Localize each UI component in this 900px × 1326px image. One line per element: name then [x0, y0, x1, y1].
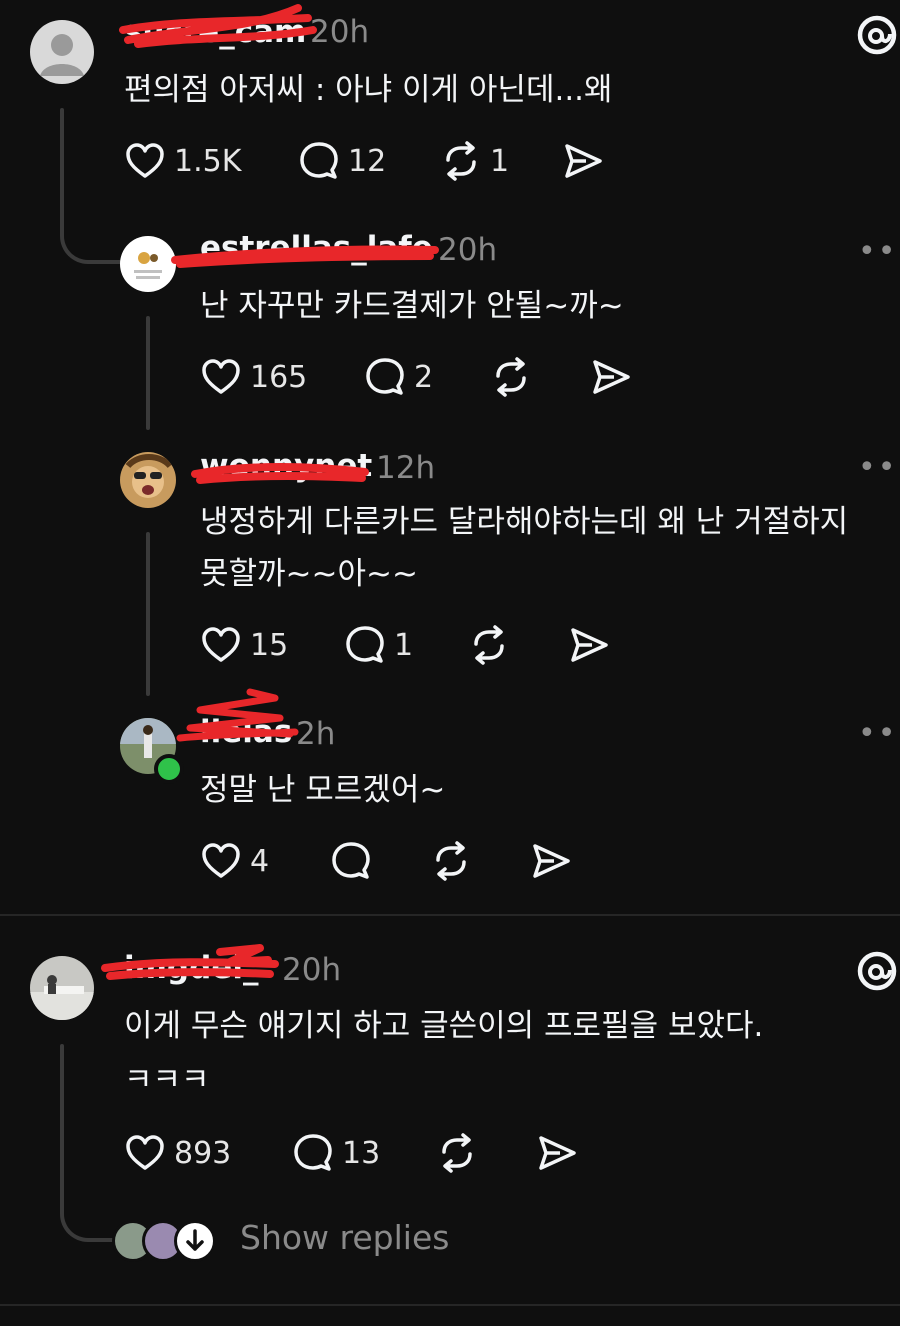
- divider: [0, 1304, 900, 1306]
- share-icon: [565, 144, 602, 178]
- redaction-scribble: [119, 4, 317, 48]
- comment-icon: [332, 842, 370, 879]
- redaction-scribble: [171, 245, 439, 268]
- timestamp: 20h: [282, 952, 342, 988]
- post-text: 못할까~~아~~: [200, 556, 418, 592]
- repost-icon: [436, 841, 466, 881]
- like-button[interactable]: 1.5K: [124, 140, 241, 182]
- photo-avatar-icon: [125, 454, 173, 498]
- timestamp: 20h: [438, 232, 498, 268]
- show-replies-row[interactable]: Show replies: [112, 1218, 452, 1262]
- repost-button[interactable]: [436, 1132, 478, 1174]
- comment-count: 2: [414, 359, 434, 395]
- comment-count: 1: [394, 627, 414, 663]
- comment-button[interactable]: [330, 840, 372, 882]
- post-text: 편의점 아저씨 : 아냐 이게 아닌데...왜: [124, 72, 613, 108]
- share-button[interactable]: [568, 624, 610, 666]
- avatar[interactable]: [120, 236, 176, 292]
- repost-icon: [474, 625, 504, 665]
- avatar[interactable]: [120, 452, 176, 508]
- post-text: 정말 난 모르겠어~: [200, 772, 446, 808]
- comment-icon: [366, 358, 404, 395]
- photo-avatar-icon: [30, 975, 94, 1020]
- timestamp: 12h: [376, 450, 436, 486]
- avatar[interactable]: [30, 956, 94, 1020]
- like-button[interactable]: 893: [124, 1132, 231, 1174]
- repost-icon: [446, 141, 476, 181]
- more-icon[interactable]: •••: [858, 234, 900, 269]
- redaction-scribble: [101, 944, 279, 980]
- show-replies-link[interactable]: Show replies: [240, 1218, 449, 1257]
- like-button[interactable]: 15: [200, 624, 288, 666]
- timestamp: 20h: [310, 14, 370, 50]
- repost-icon: [442, 1133, 472, 1173]
- heart-icon: [202, 627, 240, 662]
- default-avatar-icon: [40, 34, 84, 76]
- illustration-avatar-icon: [134, 252, 162, 279]
- thread-line: [146, 316, 150, 430]
- divider: [0, 914, 900, 916]
- repost-button[interactable]: [430, 840, 472, 882]
- share-icon: [533, 844, 570, 878]
- comment-icon: [294, 1134, 332, 1171]
- repost-button[interactable]: [490, 356, 532, 398]
- heart-icon: [126, 143, 164, 178]
- down-arrow-icon: [174, 1220, 216, 1262]
- more-icon[interactable]: •••: [858, 716, 900, 751]
- share-icon: [593, 360, 630, 394]
- heart-icon: [202, 843, 240, 878]
- share-button[interactable]: [536, 1132, 578, 1174]
- comment-button[interactable]: 1: [344, 624, 413, 666]
- like-count: 893: [174, 1135, 232, 1171]
- avatar[interactable]: [30, 20, 94, 84]
- thread-connector: [60, 200, 122, 264]
- like-count: 4: [250, 843, 270, 879]
- like-count: 165: [250, 359, 308, 395]
- post-text: 난 자꾸만 카드결제가 안될~까~: [200, 288, 624, 324]
- like-count: 15: [250, 627, 289, 663]
- comment-icon: [346, 626, 384, 663]
- threads-logo-icon[interactable]: [856, 950, 898, 992]
- thread-connector: [60, 1180, 114, 1242]
- heart-icon: [202, 359, 240, 394]
- share-icon: [571, 628, 608, 662]
- like-button[interactable]: 4: [200, 840, 269, 882]
- timestamp: 2h: [296, 716, 336, 752]
- share-button[interactable]: [590, 356, 632, 398]
- share-icon: [539, 1136, 576, 1170]
- post-text: 냉정하게 다른카드 달라해야하는데 왜 난 거절하지: [200, 504, 849, 540]
- share-button[interactable]: [530, 840, 572, 882]
- comment-icon: [300, 142, 338, 179]
- repost-icon: [496, 357, 526, 397]
- like-count: 1.5K: [174, 143, 242, 179]
- like-button[interactable]: 165: [200, 356, 307, 398]
- repost-button[interactable]: [468, 624, 510, 666]
- comment-button[interactable]: 13: [292, 1132, 380, 1174]
- repost-count: 1: [490, 143, 510, 179]
- more-icon[interactable]: •••: [858, 450, 900, 485]
- repost-button[interactable]: 1: [440, 140, 509, 182]
- share-button[interactable]: [562, 140, 604, 182]
- thread-line: [60, 1044, 64, 1194]
- post-text: 이게 무슨 얘기지 하고 글쓴이의 프로필을 보았다.: [124, 1008, 764, 1044]
- online-indicator: [154, 754, 184, 784]
- redaction-scribble: [191, 463, 369, 484]
- heart-icon: [126, 1135, 164, 1170]
- redaction-scribble: [176, 688, 299, 742]
- post-text: ㅋㅋㅋ: [124, 1062, 210, 1098]
- comment-button[interactable]: 12: [298, 140, 386, 182]
- comment-count: 13: [342, 1135, 381, 1171]
- threads-logo-icon[interactable]: [856, 14, 898, 56]
- comment-button[interactable]: 2: [364, 356, 433, 398]
- thread-line: [146, 532, 150, 696]
- comment-count: 12: [348, 143, 387, 179]
